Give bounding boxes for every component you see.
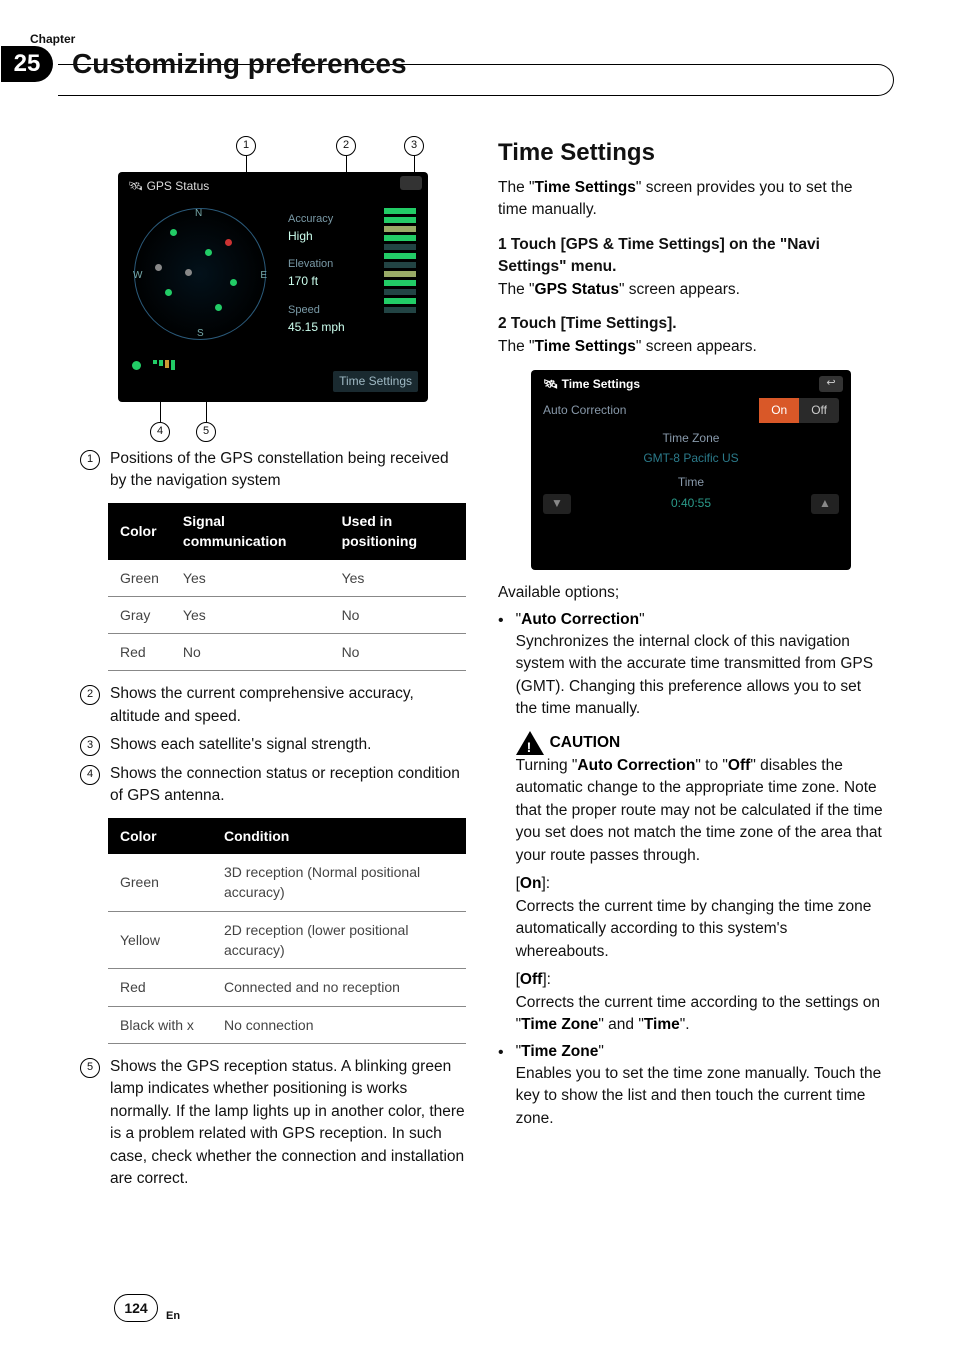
time-settings-link: Time Settings bbox=[333, 371, 418, 392]
item-4-text: Shows the connection status or reception… bbox=[110, 763, 466, 808]
time-down-icon: ▼ bbox=[543, 494, 571, 514]
timezone-body: Enables you to set the time zone manuall… bbox=[516, 1063, 884, 1130]
back-icon bbox=[400, 176, 422, 190]
item-3-marker: 3 bbox=[80, 736, 100, 756]
time-settings-screenshot: 🛰 Time Settings ↩ Auto Correction On Off… bbox=[531, 370, 851, 570]
page: Chapter 25 Customizing preferences 1 2 3 bbox=[0, 0, 954, 1352]
table-row: Green3D reception (Normal positional acc… bbox=[108, 854, 466, 911]
section-heading: Time Settings bbox=[498, 136, 884, 171]
caution-body: Turning "Auto Correction" to "Off" disab… bbox=[516, 755, 884, 867]
bullet-icon: • bbox=[498, 1041, 504, 1131]
chapter-label: Chapter bbox=[30, 32, 75, 46]
table-row: Black with xNo connection bbox=[108, 1006, 466, 1043]
gps-stats: AccuracyHigh Elevation170 ft Speed45.15 … bbox=[288, 212, 378, 338]
ts-title: 🛰 Time Settings bbox=[543, 376, 640, 393]
table-row: GreenYesYes bbox=[108, 560, 466, 597]
item-1-text: Positions of the GPS constellation being… bbox=[110, 448, 466, 493]
item-4-marker: 4 bbox=[80, 765, 100, 785]
callout-1-marker: 1 bbox=[236, 136, 256, 156]
timezone-value: GMT-8 Pacific US bbox=[543, 450, 839, 467]
step-2-body: The "Time Settings" screen appears. bbox=[498, 336, 884, 358]
signal-bars bbox=[384, 208, 416, 348]
language-code: En bbox=[166, 1310, 180, 1322]
caution-label: CAUTION bbox=[550, 732, 621, 754]
item-5-marker: 5 bbox=[80, 1058, 100, 1078]
timezone-heading: "Time Zone" bbox=[516, 1041, 884, 1063]
compass-n: N bbox=[195, 207, 202, 222]
step-1-body: The "GPS Status" screen appears. bbox=[498, 279, 884, 301]
chapter-number-badge: 25 bbox=[1, 46, 53, 82]
table-row: RedConnected and no reception bbox=[108, 969, 466, 1006]
auto-correction-heading: "Auto Correction" bbox=[516, 609, 884, 631]
gps-bottom-indicators bbox=[132, 360, 175, 370]
callout-3-marker: 3 bbox=[404, 136, 424, 156]
section-intro: The "Time Settings" screen provides you … bbox=[498, 177, 884, 222]
toggle-on: On bbox=[759, 398, 799, 423]
item-2-marker: 2 bbox=[80, 685, 100, 705]
gps-status-screenshot: 🛰 GPS Status N E S W Accu bbox=[118, 172, 428, 402]
off-option-body: Corrects the current time according to t… bbox=[516, 992, 884, 1037]
back-icon: ↩ bbox=[819, 376, 843, 392]
item-1-marker: 1 bbox=[80, 450, 100, 470]
bullet-icon: • bbox=[498, 609, 504, 1037]
compass-w: W bbox=[133, 269, 142, 284]
page-number: 124 bbox=[114, 1294, 158, 1322]
right-column: Time Settings The "Time Settings" screen… bbox=[498, 136, 884, 1191]
step-2-head: 2 Touch [Time Settings]. bbox=[498, 313, 884, 335]
time-up-icon: ▲ bbox=[811, 494, 839, 514]
satellite-sky-plot: N E S W bbox=[134, 208, 266, 340]
auto-correction-label: Auto Correction bbox=[543, 402, 626, 419]
chapter-title: Customizing preferences bbox=[72, 48, 407, 80]
callout-2-marker: 2 bbox=[336, 136, 356, 156]
toggle-off: Off bbox=[799, 398, 839, 423]
callout-4-marker: 4 bbox=[150, 422, 170, 442]
compass-s: S bbox=[197, 327, 204, 342]
gps-title: 🛰 GPS Status bbox=[128, 178, 209, 195]
signal-color-table: Color Signal communication Used in posit… bbox=[108, 503, 466, 671]
step-1-head: 1 Touch [GPS & Time Settings] on the "Na… bbox=[498, 234, 884, 279]
auto-correction-toggle: On Off bbox=[759, 398, 839, 423]
options-intro: Available options; bbox=[498, 582, 884, 604]
condition-color-table: Color Condition Green3D reception (Norma… bbox=[108, 818, 466, 1044]
table-row: RedNoNo bbox=[108, 634, 466, 671]
callout-5-marker: 5 bbox=[196, 422, 216, 442]
gps-lamp-icon bbox=[132, 361, 141, 370]
item-5-text: Shows the GPS reception status. A blinki… bbox=[110, 1056, 466, 1191]
off-option-label: [Off]: bbox=[516, 969, 884, 991]
item-3-text: Shows each satellite's signal strength. bbox=[110, 734, 371, 756]
table-row: Yellow2D reception (lower positional acc… bbox=[108, 911, 466, 969]
left-column: 1 2 3 🛰 GPS Status N E bbox=[80, 136, 466, 1191]
timezone-label: Time Zone bbox=[543, 430, 839, 447]
time-value: 0:40:55 bbox=[671, 495, 711, 512]
caution-icon bbox=[516, 731, 544, 755]
table-row: GrayYesNo bbox=[108, 596, 466, 633]
time-label: Time bbox=[543, 474, 839, 491]
on-option-label: [On]: bbox=[516, 873, 884, 895]
on-option-body: Corrects the current time by changing th… bbox=[516, 896, 884, 963]
item-2-text: Shows the current comprehensive accuracy… bbox=[110, 683, 466, 728]
auto-correction-body: Synchronizes the internal clock of this … bbox=[516, 631, 884, 721]
compass-e: E bbox=[260, 269, 267, 284]
